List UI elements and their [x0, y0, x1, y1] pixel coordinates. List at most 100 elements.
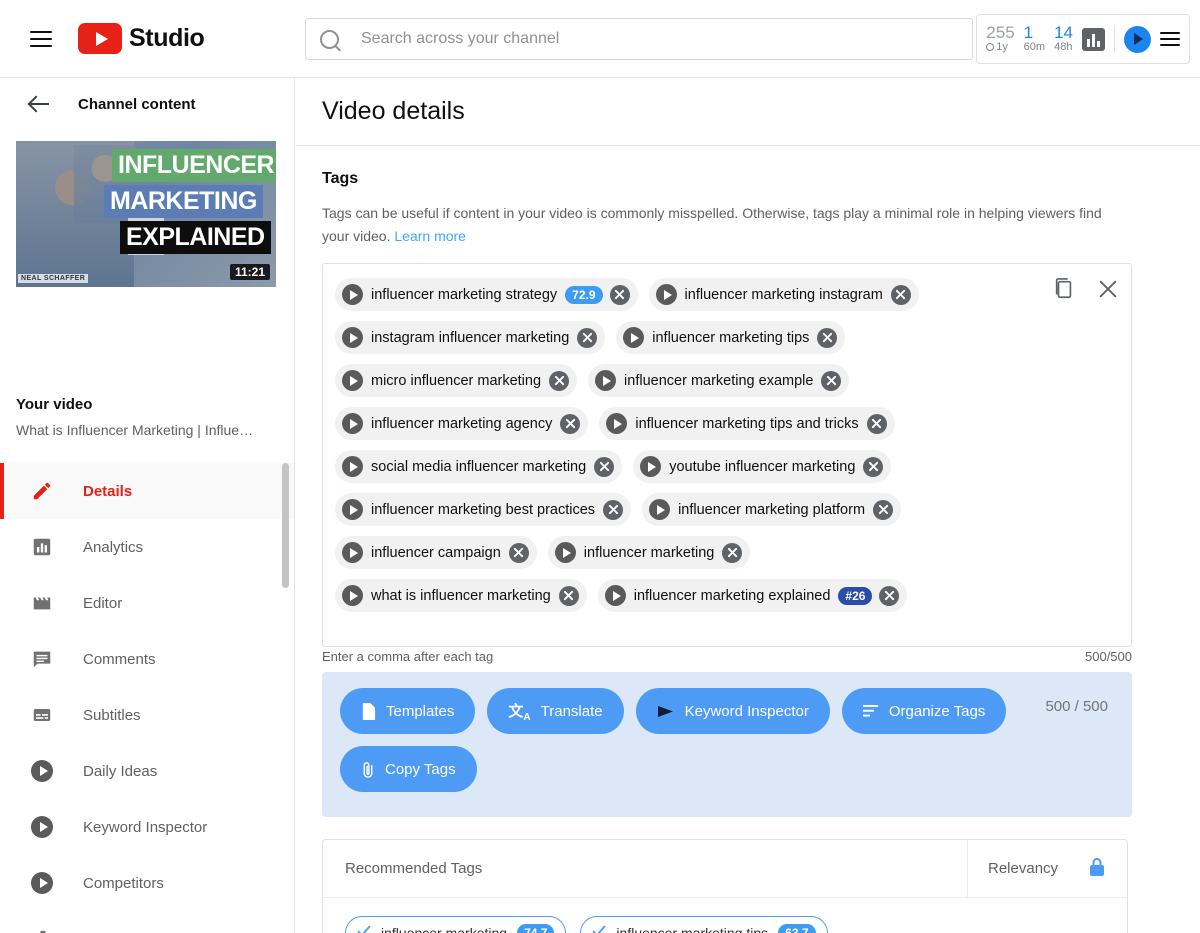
close-icon[interactable]: [1097, 278, 1119, 300]
divider: [1114, 26, 1115, 52]
remove-tag-icon[interactable]: [577, 327, 598, 348]
back-arrow-icon[interactable]: [28, 92, 52, 116]
organize-tags-label: Organize Tags: [888, 702, 986, 720]
sidebar-item-label: Competitors: [83, 874, 164, 892]
recommended-tag-chip[interactable]: influencer marketing 74.7: [345, 916, 567, 933]
search-input[interactable]: Search across your channel: [305, 18, 973, 60]
remove-tag-icon[interactable]: [821, 370, 842, 391]
recommended-tag-chip[interactable]: influencer marketing tips 63.7: [580, 916, 828, 933]
bar-chart-icon[interactable]: [1082, 27, 1105, 51]
copy-tags-button[interactable]: Copy Tags: [340, 746, 477, 793]
keyword-inspector-button[interactable]: Keyword Inspector: [635, 688, 830, 735]
remove-tag-icon[interactable]: [879, 585, 900, 606]
tubebuddy-tools-panel: 500 / 500 Templates 文A Translate Keyword…: [322, 672, 1132, 818]
sidebar-item-keyword-inspector[interactable]: Keyword Inspector: [0, 799, 294, 855]
tag-chip[interactable]: influencer marketing platform: [642, 493, 902, 527]
tag-chip[interactable]: instagram influencer marketing: [335, 321, 606, 355]
sidebar-item-analytics[interactable]: Analytics: [0, 519, 294, 575]
tag-chip[interactable]: influencer marketing: [547, 536, 751, 570]
tag-chip[interactable]: influencer marketing best practices: [335, 493, 632, 527]
tag-chip[interactable]: youtube influencer marketing: [633, 450, 892, 484]
remove-tag-icon[interactable]: [863, 456, 884, 477]
stat-48h[interactable]: 14 48h: [1054, 24, 1073, 53]
lock-icon: [1087, 856, 1107, 882]
translate-icon: 文A: [508, 702, 531, 723]
tag-rank-badge: #26: [838, 586, 873, 605]
tag-chip[interactable]: influencer marketing tips: [616, 321, 846, 355]
remove-tag-icon[interactable]: [549, 370, 570, 391]
stat-views[interactable]: 255 1y: [986, 23, 1015, 54]
sidebar-item-details[interactable]: Details: [0, 463, 294, 519]
tag-chip[interactable]: influencer marketing explained #26: [597, 579, 908, 613]
overflow-menu-icon[interactable]: [1160, 32, 1180, 46]
tags-input-box[interactable]: influencer marketing strategy 72.9 influ…: [322, 263, 1132, 648]
remove-tag-icon[interactable]: [873, 499, 894, 520]
organize-tags-button[interactable]: Organize Tags: [841, 688, 1007, 735]
stat-views-period: 1y: [986, 41, 1014, 54]
sidebar-item-competitors[interactable]: Competitors: [0, 855, 294, 911]
tubebuddy-icon: [342, 284, 363, 306]
youtube-studio-app: Studio Search across your channel 255 1y…: [0, 0, 1200, 933]
tag-chip[interactable]: influencer marketing strategy 72.9: [335, 278, 638, 312]
templates-button[interactable]: Templates: [340, 688, 476, 735]
tubebuddy-icon: [649, 499, 671, 521]
remove-tag-icon[interactable]: [508, 542, 529, 563]
tag-label: what is influencer marketing: [371, 587, 551, 604]
tubebuddy-avatar-icon[interactable]: [1124, 25, 1151, 53]
stat-60m[interactable]: 1 60m: [1024, 24, 1045, 53]
check-icon: [357, 924, 371, 933]
remove-tag-icon[interactable]: [594, 456, 615, 477]
tag-chip[interactable]: social media influencer marketing: [335, 450, 623, 484]
tag-chip[interactable]: influencer campaign: [335, 536, 537, 570]
sidebar-item-daily-ideas[interactable]: Daily Ideas: [0, 743, 294, 799]
tag-chip[interactable]: what is influencer marketing: [335, 579, 587, 613]
tag-label: influencer marketing: [583, 544, 715, 561]
tag-chip[interactable]: influencer marketing example: [588, 364, 850, 398]
your-video-label: Your video: [16, 396, 93, 413]
hamburger-icon[interactable]: [30, 30, 52, 47]
remove-tag-icon[interactable]: [722, 542, 743, 563]
tag-label: influencer marketing platform: [678, 501, 866, 518]
tag-chip[interactable]: influencer marketing instagram: [648, 278, 919, 312]
stat-60m-number: 1: [1023, 23, 1034, 43]
recommended-tags-card: Recommended Tags Relevancy influencer ma…: [322, 839, 1128, 933]
video-thumbnail[interactable]: INFLUENCER MARKETING EXPLAINED 11:21 NEA…: [16, 141, 276, 287]
tubebuddy-icon: [640, 456, 662, 478]
translate-button[interactable]: 文A Translate: [487, 688, 624, 735]
tag-row: micro influencer marketing influencer ma…: [335, 364, 1119, 398]
remove-tag-icon[interactable]: [603, 499, 624, 520]
sidebar-item-label: Analytics: [83, 538, 144, 556]
sidebar-item-comments[interactable]: Comments: [0, 631, 294, 687]
tag-chip[interactable]: influencer marketing tips and tricks: [599, 407, 895, 441]
sidebar-item-label: Daily Ideas: [83, 762, 158, 780]
remove-tag-icon[interactable]: [609, 284, 630, 305]
sidebar-item-label: Keyword Inspector: [83, 818, 208, 836]
search-icon: [320, 29, 339, 49]
top-header: Studio Search across your channel 255 1y…: [0, 0, 1200, 78]
learn-more-link[interactable]: Learn more: [394, 228, 466, 244]
remove-tag-icon[interactable]: [890, 284, 911, 305]
remove-tag-icon[interactable]: [560, 413, 581, 434]
sidebar-item-editor[interactable]: Editor: [0, 575, 294, 631]
remove-tag-icon[interactable]: [817, 327, 838, 348]
tag-chip[interactable]: micro influencer marketing: [335, 364, 578, 398]
page-header: Video details: [296, 78, 1200, 146]
brand-label: Studio: [129, 24, 205, 52]
tag-chip[interactable]: influencer marketing agency: [335, 407, 589, 441]
sidebar-item-subtitles[interactable]: Subtitles: [0, 687, 294, 743]
remove-tag-icon[interactable]: [558, 585, 579, 606]
templates-label: Templates: [386, 702, 455, 720]
sidebar: Channel content INFLUENCER MARKETING EXP…: [0, 78, 295, 933]
relevancy-column[interactable]: Relevancy: [967, 840, 1127, 898]
tubebuddy-icon: [595, 370, 617, 392]
stat-48h-period: 48h: [1054, 41, 1073, 54]
stat-views-number: 255: [986, 23, 1015, 43]
sidebar-item-settings[interactable]: Settings: [0, 911, 294, 933]
sidebar-scrollbar[interactable]: [282, 463, 289, 588]
tag-label: influencer marketing tips: [652, 329, 810, 346]
studio-brand[interactable]: Studio: [78, 23, 205, 54]
remove-tag-icon[interactable]: [866, 413, 887, 434]
thumbnail-line-2: MARKETING: [104, 185, 263, 218]
copy-icon[interactable]: [1053, 277, 1075, 301]
tubebuddy-icon: [28, 871, 56, 895]
